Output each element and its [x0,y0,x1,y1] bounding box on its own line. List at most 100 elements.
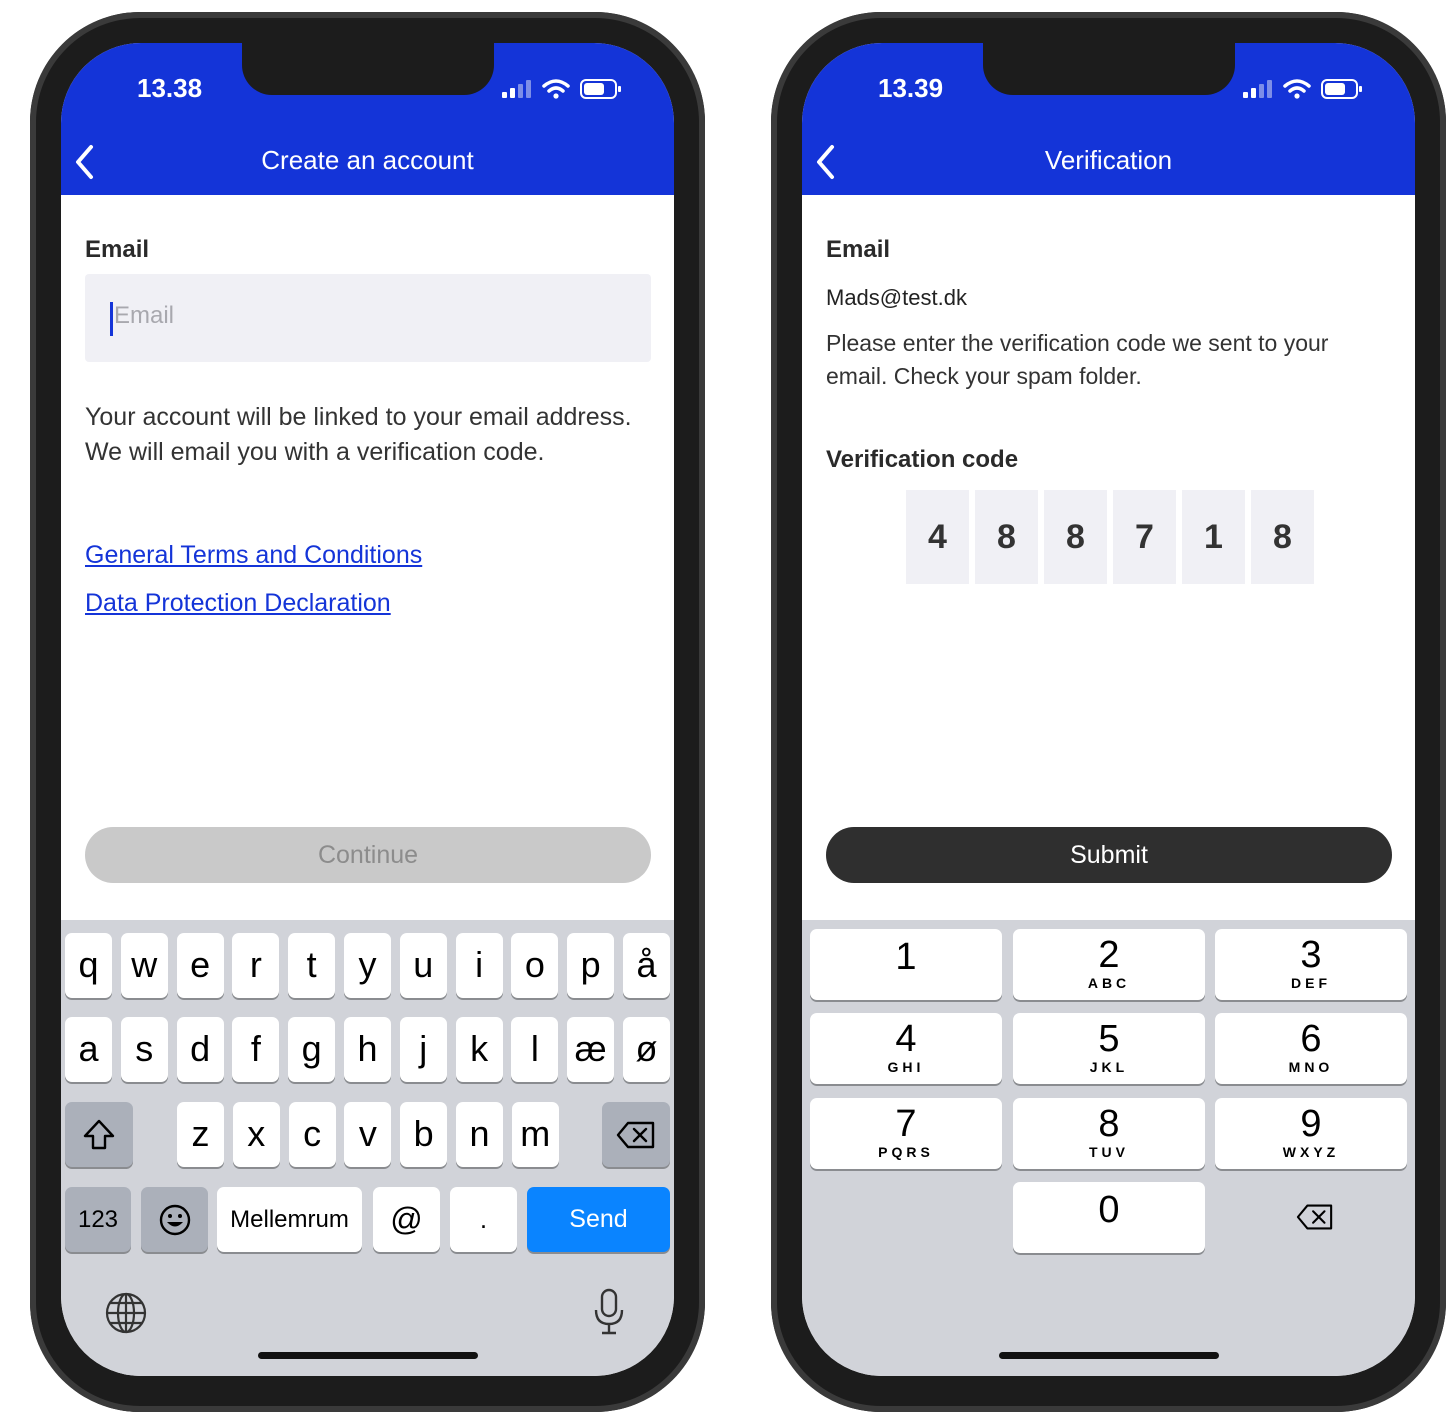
numpad-key-5[interactable]: 5 JKL [1013,1013,1205,1084]
key-f[interactable]: f [232,1017,280,1082]
key-w[interactable]: w [120,933,168,998]
code-digit-box[interactable]: 8 [975,490,1038,584]
key-k[interactable]: k [455,1017,503,1082]
email-input[interactable]: Email [85,274,651,362]
email-label: Email [826,236,891,263]
numpad-letters: MNO [1288,1059,1334,1075]
code-digit-box[interactable]: 4 [906,490,969,584]
numpad-letters: PQRS [878,1144,934,1160]
code-digit-box[interactable]: 8 [1251,490,1314,584]
key-h[interactable]: h [344,1017,391,1082]
numpad-letters: JKL [1089,1059,1129,1075]
status-time: 13.39 [878,73,944,103]
key-e[interactable]: e [176,933,224,998]
submit-button[interactable]: Submit [826,827,1392,883]
screen-create-account: 13.38 Create an account Email Email Your… [61,43,674,1376]
key-a[interactable]: a [65,1017,112,1082]
zero-key-spacer [1013,1182,1205,1254]
email-placeholder: Email [114,302,175,329]
page-title: Verification [1044,145,1173,175]
key-v[interactable]: v [344,1102,392,1167]
home-indicator [999,1352,1219,1359]
at-key[interactable]: @ [373,1187,440,1252]
numpad-key-2[interactable]: 2 ABC [1013,929,1205,1000]
key-d[interactable]: d [176,1017,224,1082]
numpad-key-7[interactable]: 7 PQRS [810,1098,1002,1169]
numpad-letters: TUV [1089,1144,1129,1160]
terms-link[interactable]: General Terms and Conditions [85,541,422,570]
key-æ[interactable]: æ [567,1017,615,1082]
key-n[interactable]: n [456,1102,503,1167]
shift-key[interactable] [65,1102,133,1167]
status-icons [1243,79,1363,99]
numpad-digit: 8 [1098,1103,1120,1145]
numpad-digit: 3 [1300,934,1322,976]
email-label: Email [85,236,150,263]
phone-frame-create-account: 13.38 Create an account Email Email Your… [30,12,705,1412]
emoji-icon [159,1204,190,1236]
numpad-letters: WXYZ [1282,1144,1340,1160]
numpad-digit: 7 [895,1103,917,1145]
numpad-key-4[interactable]: 4 GHI [810,1013,1002,1084]
key-x[interactable]: x [232,1102,280,1167]
numpad-key-6[interactable]: 6 MNO [1215,1013,1407,1084]
backspace-icon [616,1121,655,1149]
battery-icon [1321,79,1362,99]
numpad-key-9[interactable]: 9 WXYZ [1215,1098,1407,1169]
globe-icon[interactable] [105,1292,147,1334]
send-key[interactable]: Send [527,1187,670,1252]
key-s[interactable]: s [120,1017,168,1082]
key-g[interactable]: g [288,1017,336,1082]
emoji-key[interactable] [141,1187,208,1252]
numpad-digit: 5 [1098,1018,1120,1060]
status-icons [502,79,622,99]
notch [242,43,494,95]
phone-frame-verification: 13.39 Verification Email Mads@test.dk Pl… [771,12,1446,1412]
microphone-icon[interactable] [593,1288,625,1336]
key-m[interactable]: m [511,1102,559,1167]
shift-icon [83,1119,115,1150]
key-y[interactable]: y [344,933,391,998]
key-i[interactable]: i [455,933,503,998]
info-text: Your account will be linked to your emai… [85,403,632,466]
numpad-digit: 4 [895,1018,917,1060]
continue-button[interactable]: Continue [85,827,651,883]
numpad-key-3[interactable]: 3 DEF [1215,929,1407,1000]
numpad-letters: DEF [1291,975,1331,991]
number-pad: 1 2 ABC 3 DEF 4 GHI 5 JKL 6 MNO 7 PQRS 8 TUV 9 WXYZ 0 [802,920,1415,1376]
key-o[interactable]: o [511,933,559,998]
backspace-icon[interactable] [1296,1202,1334,1232]
key-j[interactable]: j [399,1017,447,1082]
code-digit-box[interactable]: 7 [1113,490,1176,584]
dot-key[interactable]: . [450,1187,517,1252]
key-z[interactable]: z [177,1102,224,1167]
screen-verification: 13.39 Verification Email Mads@test.dk Pl… [802,43,1415,1376]
backspace-key[interactable] [602,1102,670,1167]
letter-keyboard: qwertyuiopå asdfghjklæø zxcvbnm 123 Mell… [61,920,674,1376]
numbers-key[interactable]: 123 [65,1187,131,1252]
space-key[interactable]: Mellemrum [217,1187,362,1252]
key-l[interactable]: l [511,1017,559,1082]
code-digit-box[interactable]: 8 [1044,490,1107,584]
key-b[interactable]: b [400,1102,448,1167]
key-u[interactable]: u [399,933,447,998]
key-å[interactable]: å [623,933,670,998]
key-p[interactable]: p [567,933,615,998]
text-caret [110,302,113,336]
numpad-letters: GHI [887,1059,925,1075]
key-r[interactable]: r [232,933,280,998]
key-c[interactable]: c [288,1102,336,1167]
numpad-digit: 2 [1098,934,1120,976]
key-q[interactable]: q [65,933,112,998]
home-indicator [258,1352,478,1359]
status-time: 13.38 [137,73,203,103]
signal-icon [502,80,531,98]
instruction-text: Please enter the verification code we se… [826,330,1329,389]
numpad-key-8[interactable]: 8 TUV [1013,1098,1205,1169]
numpad-digit: 1 [895,936,917,978]
numpad-key-1[interactable]: 1 [810,929,1002,1000]
key-ø[interactable]: ø [623,1017,670,1082]
key-t[interactable]: t [288,933,336,998]
privacy-link[interactable]: Data Protection Declaration [85,589,391,618]
code-digit-box[interactable]: 1 [1182,490,1245,584]
